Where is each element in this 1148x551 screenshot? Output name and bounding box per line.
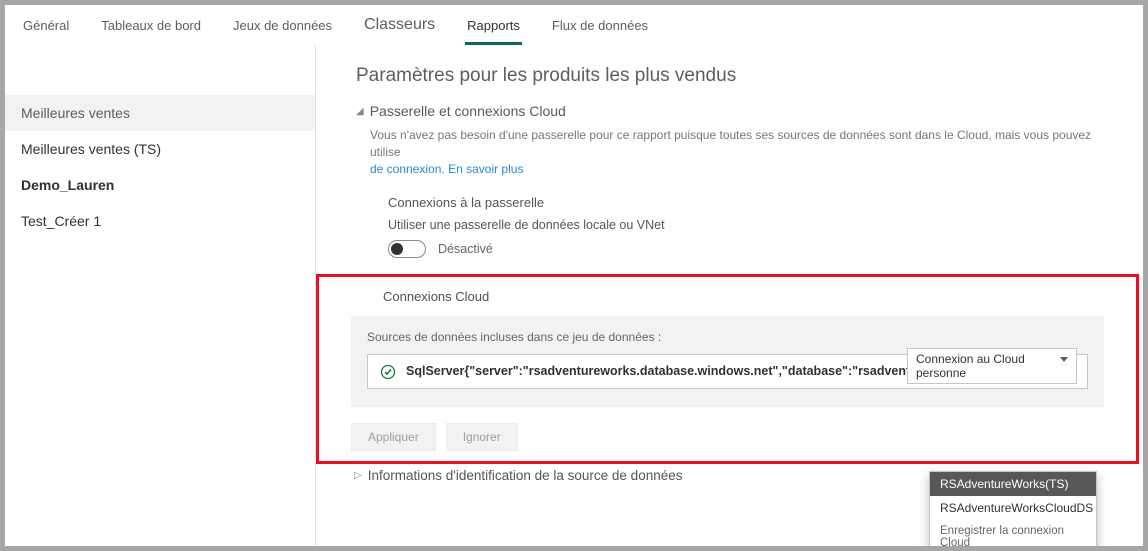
gateway-section: ◢ Passerelle et connexions Cloud Vous n'… <box>316 103 1143 268</box>
cloud-panel: Sources de données incluses dans ce jeu … <box>351 316 1104 407</box>
caret-down-icon: ◢ <box>356 106 364 117</box>
gateway-desc-link-connexion[interactable]: de connexion. <box>370 162 445 176</box>
cloud-panel-sub: Sources de données incluses dans ce jeu … <box>367 330 1088 344</box>
tab-dataflows[interactable]: Flux de données <box>550 8 650 43</box>
caret-right-icon: ▷ <box>354 470 362 481</box>
sidebar-item-demo-lauren[interactable]: Demo_Lauren <box>5 167 315 203</box>
tab-datasets[interactable]: Jeux de données <box>231 8 334 43</box>
cloud-connections-title: Connexions Cloud <box>319 281 1136 316</box>
popup-option-save-cloud[interactable]: Enregistrer la connexion Cloud <box>930 520 1096 546</box>
cloud-connection-dropdown[interactable]: Connexion au Cloud personne <box>907 348 1077 384</box>
sidebar-item-best-sales[interactable]: Meilleures ventes <box>5 95 315 131</box>
gateway-toggle-row: Désactivé <box>388 240 1103 258</box>
gateway-section-header[interactable]: ◢ Passerelle et connexions Cloud <box>356 103 1103 119</box>
body: Meilleures ventes Meilleures ventes (TS)… <box>5 45 1143 546</box>
dropdown-popup: RSAdventureWorks(TS) RSAdventureWorksClo… <box>929 471 1097 546</box>
highlight-box: Connexions Cloud Sources de données incl… <box>316 274 1139 464</box>
tab-dashboards[interactable]: Tableaux de bord <box>99 8 203 43</box>
tab-general[interactable]: Général <box>21 8 71 43</box>
gateway-connections-title: Connexions à la passerelle <box>388 195 1103 210</box>
sidebar-item-test-create-1[interactable]: Test_Créer 1 <box>5 203 315 239</box>
sidebar-item-best-sales-ts[interactable]: Meilleures ventes (TS) <box>5 131 315 167</box>
toggle-knob <box>391 243 403 255</box>
gateway-desc-text: Vous n'avez pas besoin d'une passerelle … <box>370 128 1091 159</box>
popup-option-rsadventureworks-cloudds[interactable]: RSAdventureWorksCloudDS <box>930 496 1096 520</box>
tab-workbooks[interactable]: Classeurs <box>362 6 437 44</box>
discard-button[interactable]: Ignorer <box>446 423 518 451</box>
gateway-toggle-state: Désactivé <box>438 242 493 256</box>
sidebar: Meilleures ventes Meilleures ventes (TS)… <box>5 45 315 546</box>
apply-button[interactable]: Appliquer <box>351 423 436 451</box>
credentials-title: Informations d'identification de la sour… <box>368 468 683 483</box>
gateway-toggle[interactable] <box>388 240 426 258</box>
datasource-row: SqlServer{"server":"rsadventureworks.dat… <box>367 354 1088 389</box>
main-content: Paramètres pour les produits les plus ve… <box>315 45 1143 546</box>
page-title: Paramètres pour les produits les plus ve… <box>316 55 1143 103</box>
gateway-toggle-desc: Utiliser une passerelle de données local… <box>388 218 1103 232</box>
button-row: Appliquer Ignorer <box>351 423 1136 451</box>
tab-reports[interactable]: Rapports <box>465 8 522 43</box>
top-nav: Général Tableaux de bord Jeux de données… <box>5 5 1143 45</box>
popup-option-rsadventureworks-ts[interactable]: RSAdventureWorks(TS) <box>930 472 1096 496</box>
gateway-desc: Vous n'avez pas besoin d'une passerelle … <box>370 127 1103 177</box>
gateway-section-title: Passerelle et connexions Cloud <box>370 103 566 119</box>
gateway-desc-link-learnmore[interactable]: En savoir plus <box>448 162 523 176</box>
check-circle-icon <box>380 364 396 380</box>
